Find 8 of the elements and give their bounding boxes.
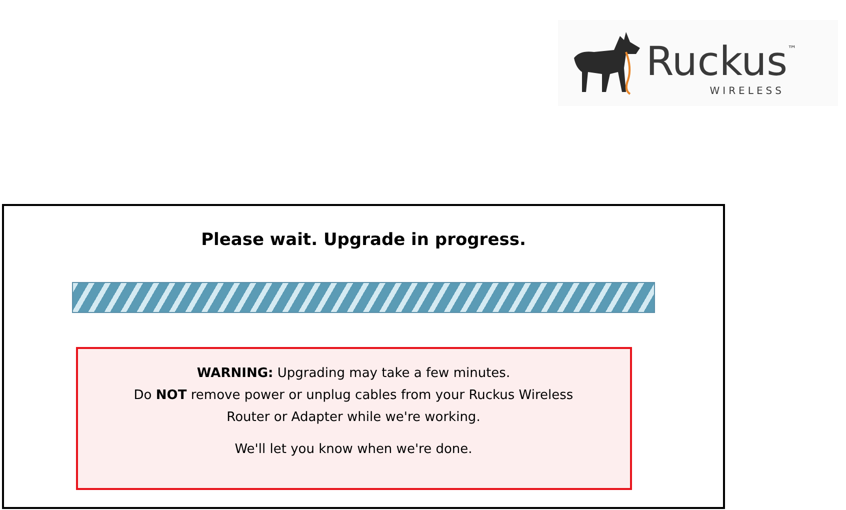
warning-text: WARNING: Upgrading may take a few minutes.: [196, 364, 510, 382]
trademark-symbol: ™: [787, 44, 796, 57]
warning-text: Do NOT remove power or unplug cables from your Ruckus Wireless: [134, 386, 574, 404]
warning-note: We'll let you know when we're done.: [234, 440, 472, 458]
logo-tagline: WIRELESS: [710, 85, 784, 99]
warning-text: Router or Adapter while we're working.: [226, 408, 480, 426]
status-title: Please wait. Upgrade in progress.: [201, 229, 526, 252]
logo-wordmark: Ruckus: [646, 40, 788, 84]
